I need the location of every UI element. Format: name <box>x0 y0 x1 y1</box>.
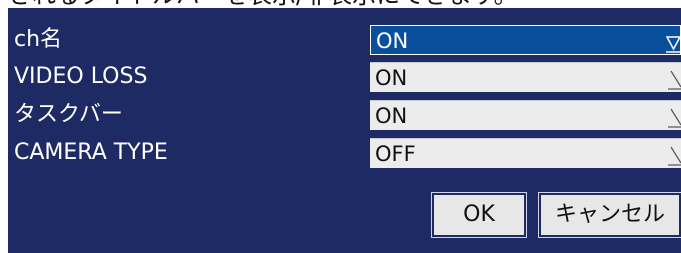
camera-type-select[interactable]: OFF <box>370 138 681 168</box>
display-settings-panel: ch名 ON VIDEO LOSS ON タスクバー ON CAMERA TYP… <box>8 8 681 253</box>
setting-label: VIDEO LOSS <box>14 64 148 89</box>
setting-label: タスクバー <box>14 102 123 127</box>
select-value: ON <box>376 29 409 53</box>
cancel-button[interactable]: キャンセル <box>538 192 681 238</box>
triangle-down-icon <box>665 36 680 53</box>
triangle-down-icon <box>668 70 681 90</box>
setting-row-taskbar: タスクバー ON <box>8 96 681 134</box>
select-value: OFF <box>375 142 416 166</box>
setting-row-ch-name: ch名 ON <box>8 21 681 59</box>
setting-label: ch名 <box>14 27 63 52</box>
setting-row-camera-type: CAMERA TYPE OFF <box>8 134 681 172</box>
ch-name-select[interactable]: ON <box>370 25 681 55</box>
select-value: ON <box>375 104 408 128</box>
setting-row-video-loss: VIDEO LOSS ON <box>8 58 681 96</box>
screen: されるタイトルバーを表示/非表示にできます。 ch名 ON VIDEO LOSS… <box>0 0 681 253</box>
video-loss-select[interactable]: ON <box>370 62 681 92</box>
select-value: ON <box>375 66 408 90</box>
ok-button[interactable]: OK <box>431 192 527 238</box>
setting-label: CAMERA TYPE <box>14 140 168 165</box>
taskbar-select[interactable]: ON <box>370 100 681 130</box>
triangle-down-icon <box>668 146 681 166</box>
header-caption: されるタイトルバーを表示/非表示にできます。 <box>8 0 681 8</box>
triangle-down-icon <box>668 108 681 128</box>
